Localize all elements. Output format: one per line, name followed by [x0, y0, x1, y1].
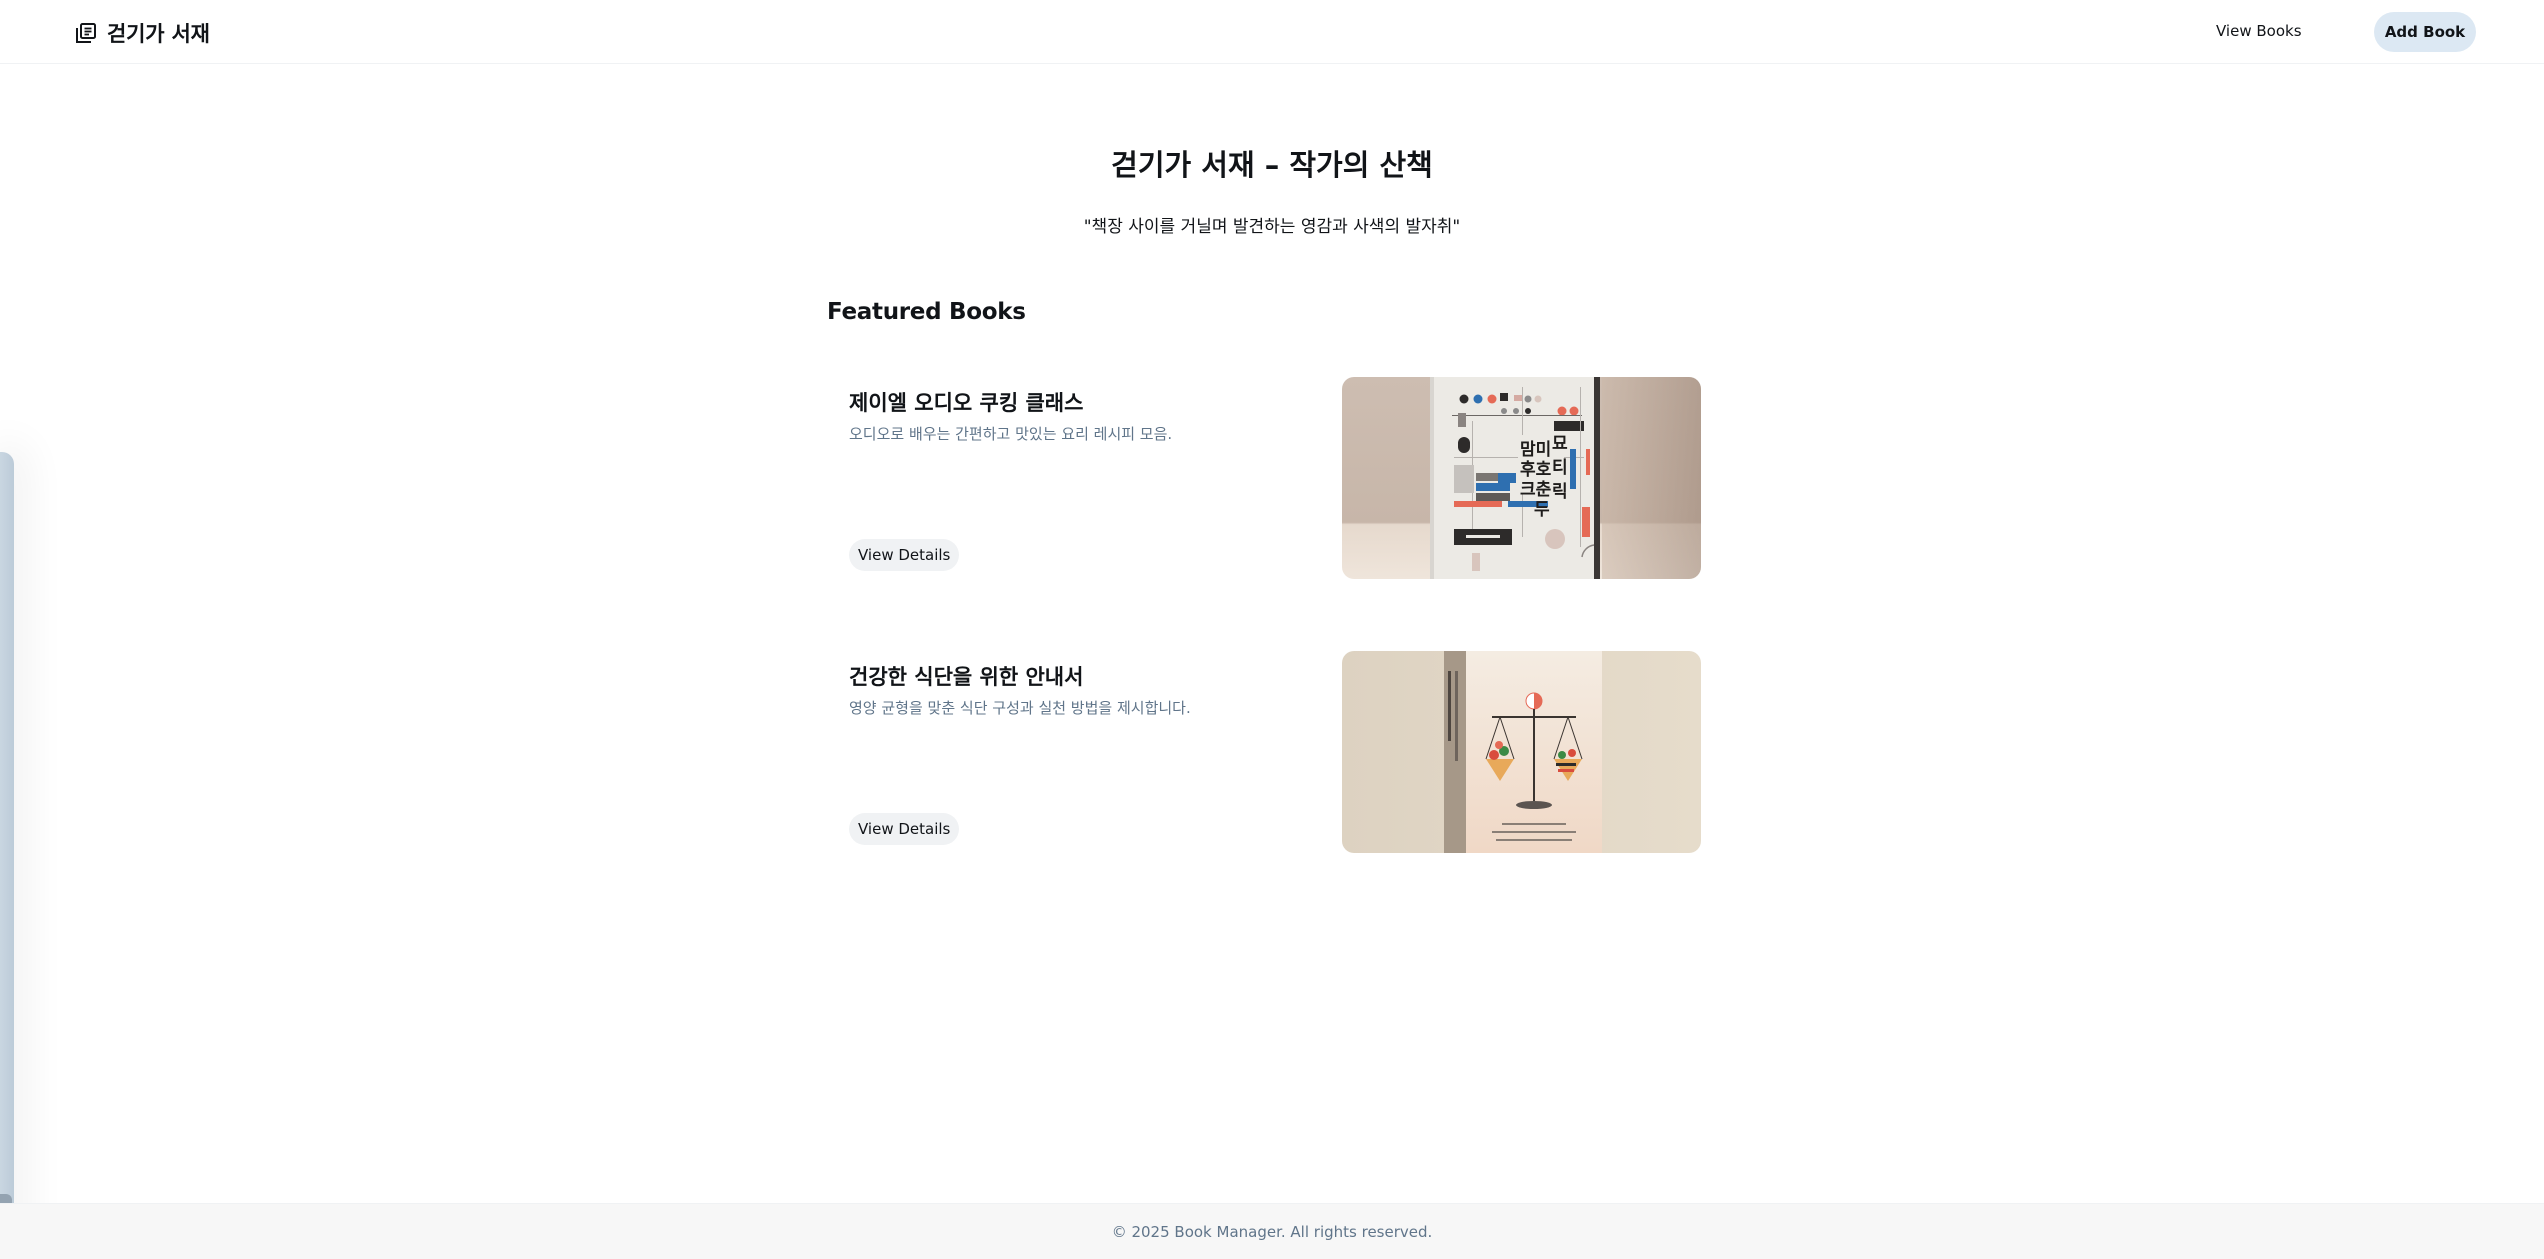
- svg-text:맘미: 맘미: [1520, 440, 1551, 460]
- svg-text:크춘: 크춘: [1520, 480, 1552, 500]
- svg-text:묘: 묘: [1552, 434, 1568, 454]
- footer-copyright: © 2025 Book Manager. All rights reserved…: [1111, 1222, 1433, 1241]
- book-description: 영양 균형을 맞춘 식단 구성과 실천 방법을 제시합니다.: [849, 699, 1191, 717]
- book-card: 제이엘 오디오 쿠킹 클래스 오디오로 배우는 간편하고 맛있는 요리 레시피 …: [849, 377, 1701, 579]
- page-tagline: "책장 사이를 거닐며 발견하는 영감과 사색의 발자취": [1083, 217, 1461, 237]
- footer: © 2025 Book Manager. All rights reserved…: [0, 1203, 2544, 1259]
- library-books-icon: [75, 22, 97, 44]
- book-cover-image[interactable]: [1342, 651, 1701, 853]
- svg-text:후호: 후호: [1520, 459, 1552, 480]
- nav-view-books-link[interactable]: View Books: [2216, 22, 2302, 40]
- svg-text:릭: 릭: [1552, 482, 1568, 502]
- view-details-button[interactable]: View Details: [849, 813, 960, 845]
- book-description: 오디오로 배우는 간편하고 맛있는 요리 레시피 모음.: [849, 425, 1173, 443]
- top-navbar: 걷기가 서재 View Books Add Book: [0, 0, 2544, 64]
- view-details-button[interactable]: View Details: [849, 539, 960, 571]
- book-cover-image[interactable]: 맘미 후호 크춘 두 묘 티 릭: [1342, 377, 1701, 579]
- page-title: 걷기가 서재 – 작가의 산책: [1111, 148, 1433, 182]
- svg-text:티: 티: [1552, 458, 1568, 478]
- side-drawer-panel[interactable]: [0, 452, 14, 1259]
- book-title: 제이엘 오디오 쿠킹 클래스: [849, 391, 1084, 415]
- brand-name: 걷기가 서재: [107, 22, 210, 46]
- add-book-button[interactable]: Add Book: [2374, 12, 2476, 52]
- brand[interactable]: 걷기가 서재: [75, 18, 210, 48]
- book-title: 건강한 식단을 위한 안내서: [849, 665, 1084, 689]
- book-card: 건강한 식단을 위한 안내서 영양 균형을 맞춘 식단 구성과 실천 방법을 제…: [849, 651, 1701, 853]
- featured-books-heading: Featured Books: [827, 299, 1026, 325]
- svg-text:두: 두: [1534, 500, 1550, 520]
